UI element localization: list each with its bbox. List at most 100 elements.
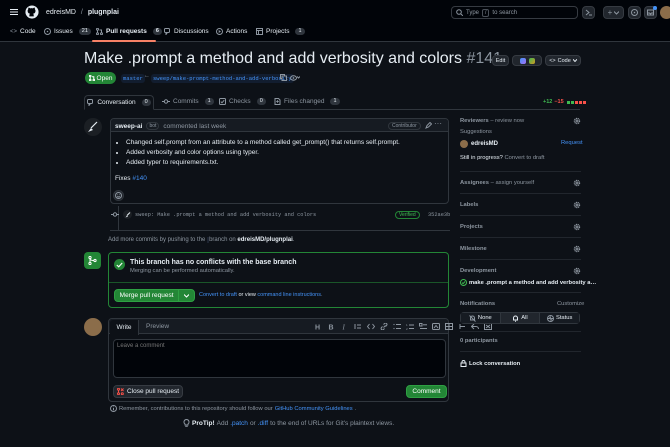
comment-button[interactable]: Comment (406, 385, 447, 398)
tasklist-icon[interactable] (419, 323, 427, 330)
merge-or: or view (238, 292, 256, 298)
more-commits-repo[interactable]: edreisMD/plugnplai (237, 237, 292, 243)
heading-icon[interactable]: H (315, 323, 323, 331)
code-icon[interactable] (367, 323, 375, 330)
commit-sha[interactable]: 352ae3b (428, 212, 450, 218)
command-palette-button[interactable] (582, 6, 595, 19)
still-in-progress-label: Still in progress? (460, 155, 503, 161)
repo-breadcrumb: edreisMD / plugnplai (46, 9, 119, 16)
link-icon[interactable] (380, 323, 388, 330)
convert-to-draft-link[interactable]: Convert to draft (199, 292, 237, 298)
commit-message[interactable]: sweep: Make .prompt a method and add ver… (135, 212, 316, 218)
fixes-line: Fixes #140 (115, 175, 147, 182)
request-review-link[interactable]: Request (561, 140, 583, 146)
tab-checks[interactable]: Checks 0 (219, 98, 266, 105)
tab-pull-requests[interactable]: Pull requests 6 (96, 28, 162, 35)
lock-icon (460, 360, 467, 367)
customize-link[interactable]: Customize (557, 301, 584, 307)
reply-icon[interactable] (471, 323, 479, 330)
milestone-gear-icon[interactable] (573, 245, 581, 253)
comment-timestamp[interactable]: commented last week (163, 123, 226, 130)
author-avatar[interactable] (84, 118, 102, 136)
tab-preview[interactable]: Preview (146, 323, 169, 330)
mention-icon[interactable] (458, 323, 466, 330)
notif-option-status[interactable]: Status (540, 313, 580, 323)
tab-active-underline (92, 40, 156, 42)
pr-tabs-border (84, 109, 580, 110)
paperclip-icon[interactable] (432, 323, 440, 330)
sidebar-convert-to-draft-link[interactable]: Convert to draft (504, 155, 544, 161)
fullscreen-icon[interactable] (484, 323, 492, 330)
development-gear-icon[interactable] (573, 267, 581, 275)
issues-button[interactable] (628, 6, 641, 19)
tab-projects[interactable]: Projects 1 (256, 28, 305, 35)
tab-code[interactable]: <> Code (10, 28, 36, 35)
reviewers-gear-icon[interactable] (573, 117, 581, 125)
comment-options-button[interactable]: ··· (434, 120, 443, 128)
assignees-heading[interactable]: Assignees – assign yourself (460, 180, 534, 186)
reviewer-name[interactable]: edreisMD (471, 141, 498, 147)
italic-icon[interactable]: I (341, 323, 349, 331)
development-item[interactable]: make .prompt a method and add verbosity … (460, 279, 596, 286)
copilot-button[interactable] (512, 55, 542, 66)
projects-gear-icon[interactable] (573, 223, 581, 231)
commit-author-avatar[interactable] (123, 210, 132, 219)
labels-gear-icon[interactable] (573, 201, 581, 209)
assignees-gear-icon[interactable] (573, 179, 581, 187)
add-reaction-button[interactable] (113, 190, 124, 201)
community-guidelines-link[interactable]: GitHub Community Guidelines (275, 406, 353, 412)
verified-badge[interactable]: Verified (395, 211, 420, 219)
merge-alt-text: Convert to draft or view command line in… (199, 292, 323, 298)
head-branch[interactable]: sweep/make-prompt-method-and-add-verbosi… (151, 74, 294, 83)
avatar[interactable] (660, 6, 670, 19)
tab-issues[interactable]: Issues 21 (44, 28, 91, 35)
fixes-issue-link[interactable]: #140 (132, 175, 146, 182)
notif-option-none[interactable]: None (461, 313, 501, 323)
development-heading[interactable]: Development (460, 268, 496, 274)
search-icon (456, 9, 463, 16)
create-new-button[interactable]: + (603, 6, 624, 19)
edit-title-button[interactable]: Edit (492, 55, 509, 66)
tab-write[interactable]: Write (110, 320, 139, 335)
code-dropdown-button[interactable]: <> Code (545, 55, 581, 66)
repo-link[interactable]: plugnplai (88, 9, 119, 16)
cross-reference-icon[interactable] (445, 323, 453, 330)
bold-icon[interactable]: B (328, 323, 336, 331)
tab-actions[interactable]: Actions (216, 28, 247, 35)
unordered-list-icon[interactable] (393, 323, 401, 330)
patch-link[interactable]: .patch (230, 420, 248, 427)
notif-option-all[interactable]: All (500, 313, 541, 323)
status-badge: Open (85, 72, 116, 84)
comment-author[interactable]: sweep-ai (115, 123, 142, 130)
edit-comment-button[interactable] (425, 121, 433, 129)
tab-files-changed[interactable]: Files changed 1 (274, 98, 340, 105)
reviewer-avatar (460, 140, 468, 148)
labels-heading[interactable]: Labels (460, 202, 478, 208)
command-line-link[interactable]: command line instructions (257, 292, 321, 298)
quote-icon[interactable] (354, 323, 362, 330)
github-logo[interactable] (25, 5, 39, 19)
lock-conversation-button[interactable]: Lock conversation (460, 360, 520, 367)
tab-commits[interactable]: Commits 1 (162, 98, 214, 105)
issue-icon (44, 28, 51, 35)
close-pull-request-button[interactable]: Close pull request (113, 385, 183, 398)
milestone-heading[interactable]: Milestone (460, 246, 487, 252)
reviewers-heading[interactable]: Reviewers – review now (460, 118, 524, 124)
tab-discussions[interactable]: Discussions (164, 28, 209, 35)
projects-heading[interactable]: Projects (460, 224, 483, 230)
owner-link[interactable]: edreisMD (46, 9, 76, 16)
merge-method-dropdown[interactable] (178, 290, 194, 301)
svg-text:I: I (342, 324, 346, 331)
merge-pull-request-button[interactable]: Merge pull request (114, 289, 195, 302)
diff-link[interactable]: .diff (258, 420, 268, 427)
base-branch[interactable]: master (121, 74, 145, 83)
menu-button[interactable] (10, 8, 18, 16)
eye-icon (290, 74, 297, 81)
comment-textarea[interactable] (113, 339, 446, 378)
search-input[interactable]: Type / to search (451, 6, 578, 19)
inbox-button[interactable] (644, 6, 657, 19)
codespace-button[interactable] (290, 74, 301, 81)
ordered-list-icon[interactable]: 12 (406, 323, 414, 330)
copy-branch-button[interactable] (280, 74, 287, 81)
tab-conversation[interactable]: Conversation 0 (84, 95, 154, 110)
